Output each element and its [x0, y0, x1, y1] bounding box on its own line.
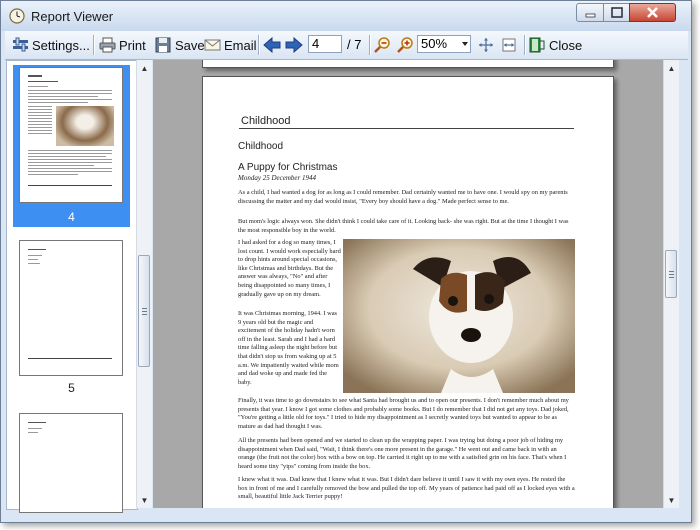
paragraph: Finally, it was time to go downstairs to… [238, 397, 569, 430]
report-page: Childhood Childhood A Puppy for Christma… [202, 76, 614, 508]
minimize-icon [585, 13, 596, 18]
close-book-icon [529, 37, 545, 53]
settings-icon [13, 37, 28, 52]
print-icon [99, 37, 116, 53]
thumbnail-page-number: 4 [68, 210, 75, 224]
print-label: Print [119, 37, 146, 53]
scroll-down-icon[interactable]: ▼ [137, 492, 152, 508]
print-button[interactable]: Print [99, 34, 146, 56]
paragraph: But mom's logic always won. She didn't t… [238, 218, 569, 234]
page-header: Childhood [241, 115, 291, 127]
save-button[interactable]: Save [155, 34, 205, 56]
settings-label: Settings... [32, 37, 90, 53]
save-icon [155, 37, 171, 53]
arrow-right-icon [285, 37, 303, 53]
scrollbar-thumb[interactable] [665, 250, 677, 298]
zoom-out-icon [374, 37, 390, 53]
scroll-up-icon[interactable]: ▲ [137, 60, 152, 76]
settings-button[interactable]: Settings... [12, 34, 90, 56]
close-label: Close [549, 37, 583, 53]
zoom-select[interactable]: 50% [417, 35, 471, 53]
paragraph: All the presents had been opened and we … [238, 437, 567, 470]
window-title: Report Viewer [31, 9, 114, 24]
close-report-button[interactable]: Close [529, 34, 582, 56]
paragraph: I had asked for a dog so many times, I l… [238, 239, 341, 298]
paragraph: I knew what it was. Dad knew that I knew… [238, 476, 575, 501]
story-title: A Puppy for Christmas [238, 162, 338, 173]
maximize-icon [611, 7, 623, 18]
story-date: Monday 25 December 1944 [238, 174, 316, 182]
minimize-button[interactable] [576, 3, 604, 22]
zoom-in-button[interactable] [397, 34, 418, 56]
toolbar-separator [258, 35, 259, 55]
next-page-button[interactable] [285, 34, 306, 56]
status-strip [138, 508, 674, 522]
title-bar[interactable]: Report Viewer [1, 1, 691, 31]
email-label: Email [224, 37, 257, 53]
arrow-left-icon [263, 37, 281, 53]
paragraph: As a child, I had wanted a dog for as lo… [238, 189, 568, 205]
scroll-up-icon[interactable]: ▲ [664, 60, 679, 76]
thumbnail-page-preview [19, 240, 123, 376]
fit-page-icon [479, 38, 493, 52]
zoom-out-button[interactable] [374, 34, 395, 56]
header-rule [239, 128, 574, 129]
fit-width-button[interactable] [501, 34, 520, 56]
report-viewer-window: Report Viewer Settings... Print Save Ema… [0, 0, 692, 523]
close-icon [647, 7, 658, 18]
toolbar-separator [524, 35, 525, 55]
email-button[interactable]: Email [204, 34, 257, 56]
document-scrollbar[interactable]: ▲ ▼ [663, 60, 679, 508]
thumbnail-page-preview [19, 413, 123, 513]
chevron-down-icon [462, 42, 468, 46]
thumbnail-scrollbar[interactable]: ▲ ▼ [136, 60, 152, 508]
previous-page-button[interactable] [263, 34, 284, 56]
previous-page-edge [202, 60, 614, 68]
page-number-input[interactable]: 4 [308, 35, 342, 53]
scrollbar-thumb[interactable] [138, 255, 150, 367]
email-icon [204, 39, 221, 51]
thumbnail-pane: 4 5 [6, 60, 138, 513]
section-heading: Childhood [238, 141, 284, 152]
zoom-in-icon [397, 37, 413, 53]
maximize-button[interactable] [603, 3, 630, 22]
close-window-button[interactable] [629, 3, 676, 22]
save-label: Save [175, 37, 205, 53]
paragraph: It was Christmas morning, 1944. I was 9 … [238, 310, 339, 386]
scroll-down-icon[interactable]: ▼ [664, 492, 679, 508]
thumbnail-page-preview [19, 67, 123, 203]
fit-width-icon [502, 38, 516, 52]
clock-icon [9, 8, 25, 24]
document-viewer[interactable]: Childhood Childhood A Puppy for Christma… [153, 60, 663, 508]
thumbnail-page-number: 5 [68, 381, 75, 395]
fit-page-button[interactable] [478, 34, 497, 56]
dog-photo [343, 239, 575, 393]
toolbar-separator [93, 35, 94, 55]
page-total-label: / 7 [347, 37, 362, 52]
zoom-value: 50% [421, 36, 448, 51]
toolbar-separator [369, 35, 370, 55]
